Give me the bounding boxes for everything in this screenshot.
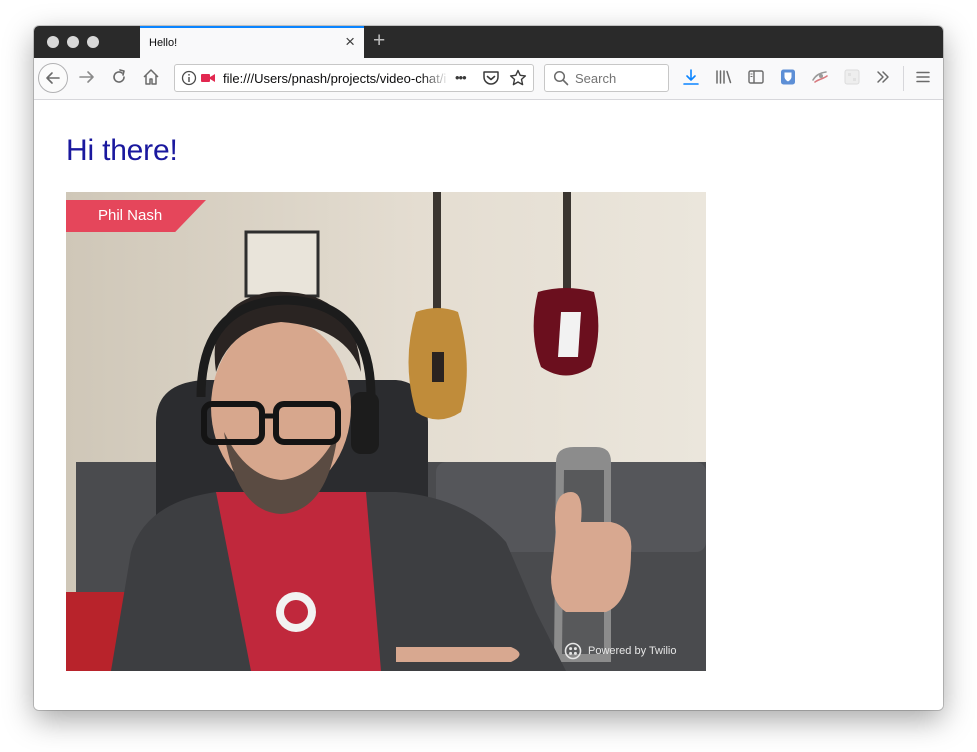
home-button[interactable] — [141, 67, 161, 87]
sidebar-icon — [748, 70, 764, 84]
puzzle-icon — [844, 69, 860, 85]
powered-by-badge: Powered by Twilio — [564, 641, 676, 661]
extension-icon — [812, 71, 828, 83]
url-bar[interactable]: file:///Users/pnash/projects/video-chat/… — [174, 64, 534, 92]
chevron-double-right-icon — [877, 71, 889, 83]
arrow-right-icon — [79, 71, 94, 83]
page-actions-icon[interactable]: ••• — [455, 70, 467, 85]
extension-2-button[interactable] — [842, 67, 862, 87]
library-button[interactable] — [714, 67, 734, 87]
info-icon[interactable] — [181, 70, 197, 86]
page-content: Hi there! Phil Nash Powered by Twilio — [34, 100, 943, 710]
window-close-dot[interactable] — [47, 36, 59, 48]
window-minimize-dot[interactable] — [67, 36, 79, 48]
participant-name: Phil Nash — [98, 207, 163, 224]
powered-by-text: Powered by Twilio — [588, 645, 677, 657]
video-frame-illustration — [66, 192, 706, 671]
download-icon — [683, 69, 699, 85]
url-text: file:///Users/pnash/projects/video-chat/… — [223, 71, 446, 86]
sidebar-button[interactable] — [746, 67, 766, 87]
tab-title: Hello! — [149, 37, 178, 49]
shield-icon — [781, 69, 795, 85]
twilio-logo-icon — [564, 642, 582, 660]
search-bar[interactable]: Search — [544, 64, 669, 92]
url-fade — [421, 67, 449, 89]
search-icon — [553, 70, 569, 86]
reload-icon — [113, 69, 125, 83]
home-icon — [143, 69, 159, 85]
page-heading: Hi there! — [66, 134, 178, 167]
back-button[interactable] — [38, 63, 68, 93]
close-icon[interactable]: × — [345, 33, 355, 51]
tab-bar: Hello! × + — [34, 26, 943, 58]
camera-permission-icon[interactable] — [200, 70, 216, 86]
video-feed[interactable]: Phil Nash Powered by Twilio — [66, 192, 706, 671]
new-tab-icon[interactable]: + — [373, 29, 385, 53]
toolbar-separator — [903, 66, 904, 91]
downloads-button[interactable] — [681, 67, 701, 87]
forward-button[interactable] — [77, 67, 97, 87]
arrow-left-icon — [46, 72, 60, 84]
browser-window: Hello! × + file:///Users/pnash/projects/… — [34, 26, 943, 710]
nav-toolbar: file:///Users/pnash/projects/video-chat/… — [34, 58, 943, 100]
pocket-icon[interactable] — [482, 69, 500, 87]
bookmark-star-icon[interactable] — [509, 69, 527, 87]
extension-button[interactable] — [810, 67, 830, 87]
reload-button[interactable] — [109, 67, 129, 87]
search-input[interactable]: Search — [575, 71, 616, 86]
menu-button[interactable] — [913, 67, 933, 87]
library-icon — [716, 70, 732, 84]
hamburger-icon — [916, 71, 930, 83]
password-manager-button[interactable] — [778, 67, 798, 87]
overflow-button[interactable] — [873, 67, 893, 87]
tab-hello[interactable]: Hello! × — [140, 26, 364, 58]
window-zoom-dot[interactable] — [87, 36, 99, 48]
